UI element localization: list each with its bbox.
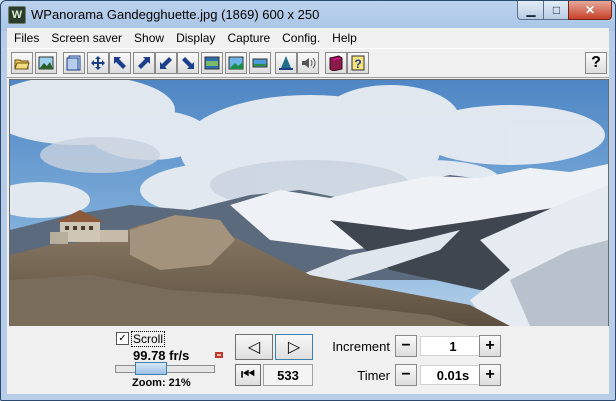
help-doc-icon[interactable]: ? xyxy=(347,52,369,74)
zoom-level: Zoom: 21% xyxy=(132,377,191,389)
menu-screen-saver[interactable]: Screen saver xyxy=(46,28,127,48)
scroll-checkbox[interactable]: ✓ xyxy=(116,332,129,345)
zoom-slider-thumb[interactable] xyxy=(135,362,168,375)
close-button[interactable]: ✕ xyxy=(568,1,612,20)
client-area: Files Screen saver Show Display Capture … xyxy=(7,28,609,394)
flip-icon[interactable] xyxy=(275,52,297,74)
menu-help[interactable]: Help xyxy=(327,28,362,48)
increment-plus-button[interactable]: + xyxy=(479,335,501,357)
view-wide-icon[interactable] xyxy=(201,52,223,74)
title-bar[interactable]: W WPanorama Gandegghuette.jpg (1869) 600… xyxy=(1,1,615,28)
view-strip-icon[interactable] xyxy=(249,52,271,74)
minimize-button[interactable]: ▁ xyxy=(517,1,545,20)
window-title: WPanorama Gandegghuette.jpg (1869) 600 x… xyxy=(31,7,320,22)
panorama-image xyxy=(10,80,608,326)
image-icon[interactable] xyxy=(35,52,57,74)
move-icon[interactable] xyxy=(87,52,109,74)
menu-files[interactable]: Files xyxy=(9,28,44,48)
sound-icon[interactable] xyxy=(297,52,319,74)
increment-value[interactable]: 1 xyxy=(420,336,486,356)
svg-text:?: ? xyxy=(354,57,361,71)
timer-plus-button[interactable]: + xyxy=(479,364,501,386)
position-display: 533 xyxy=(263,364,313,386)
scroll-sw-icon[interactable] xyxy=(155,52,177,74)
panel-icon[interactable] xyxy=(63,52,85,74)
menu-display[interactable]: Display xyxy=(171,28,220,48)
increment-label: Increment xyxy=(332,339,390,354)
maximize-button[interactable]: □ xyxy=(543,1,570,20)
scroll-ne-icon[interactable] xyxy=(133,52,155,74)
timer-label: Timer xyxy=(357,368,390,383)
menu-config[interactable]: Config. xyxy=(277,28,325,48)
scroll-se-icon[interactable] xyxy=(177,52,199,74)
help-button[interactable]: ? xyxy=(585,52,607,74)
view-sky-icon[interactable] xyxy=(225,52,247,74)
book-icon[interactable] xyxy=(325,52,347,74)
toolbar: ? ? xyxy=(7,48,609,78)
menu-bar: Files Screen saver Show Display Capture … xyxy=(7,28,609,48)
increment-minus-button[interactable]: − xyxy=(395,335,417,357)
frame-rate: 99.78 fr/s xyxy=(133,348,190,363)
application-window: W WPanorama Gandegghuette.jpg (1869) 600… xyxy=(0,0,616,401)
menu-capture[interactable]: Capture xyxy=(222,28,275,48)
panorama-view[interactable] xyxy=(9,79,609,327)
control-panel: ✓ Scroll 99.78 fr/s Zoom: 21% ◁ ▷ ⏮ 533 … xyxy=(7,326,609,394)
timer-value[interactable]: 0.01s xyxy=(420,365,486,385)
activity-indicator-icon xyxy=(215,352,223,358)
scroll-left-button[interactable]: ◁ xyxy=(235,334,273,360)
menu-show[interactable]: Show xyxy=(129,28,169,48)
scroll-checkbox-label[interactable]: Scroll xyxy=(131,331,166,347)
wpanorama-app-icon[interactable]: W xyxy=(8,6,26,24)
scroll-right-button[interactable]: ▷ xyxy=(275,334,313,360)
go-to-start-button[interactable]: ⏮ xyxy=(235,364,261,386)
timer-minus-button[interactable]: − xyxy=(395,364,417,386)
open-icon[interactable] xyxy=(11,52,33,74)
scroll-nw-icon[interactable] xyxy=(109,52,131,74)
